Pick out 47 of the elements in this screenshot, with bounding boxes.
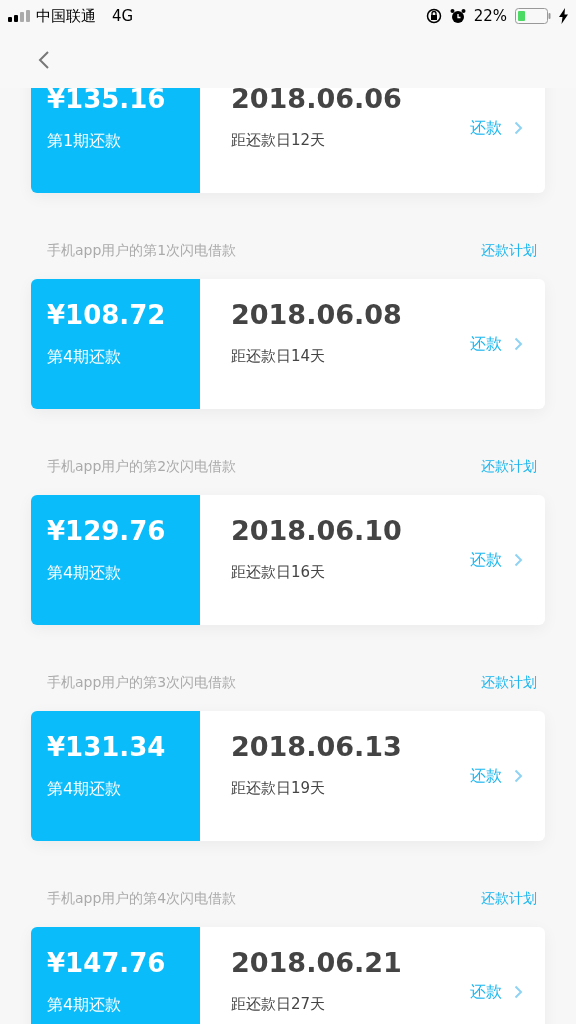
chevron-icon	[514, 121, 523, 135]
repay-button[interactable]: 还款	[468, 331, 525, 357]
period-text: 第4期还款	[47, 779, 123, 800]
due-date: 2018.06.10	[231, 514, 403, 548]
repay-button[interactable]: 还款	[468, 547, 525, 573]
amount-text: ¥147.76	[47, 947, 167, 980]
repayment-plan-link[interactable]: 还款计划	[481, 458, 537, 476]
amount-text: ¥131.34	[47, 731, 167, 764]
loan-title: 手机app用户的第1次闪电借款	[47, 242, 237, 260]
chevron-icon	[514, 769, 523, 783]
repay-button[interactable]: 还款	[468, 115, 525, 141]
due-date: 2018.06.21	[231, 946, 403, 980]
days-remaining: 距还款日12天	[231, 131, 327, 150]
due-date: 2018.06.13	[231, 730, 403, 764]
repayment-plan-link[interactable]: 还款计划	[481, 890, 537, 908]
battery-icon	[515, 8, 551, 24]
days-remaining: 距还款日27天	[231, 995, 327, 1014]
repay-button[interactable]: 还款	[468, 979, 525, 1005]
carrier-name: 中国联通	[36, 6, 96, 26]
chevron-icon	[514, 337, 523, 351]
repay-button[interactable]: 还款	[468, 763, 525, 789]
network-type: 4G	[112, 7, 134, 25]
repayment-plan-link[interactable]: 还款计划	[481, 242, 537, 260]
repayment-plan-link[interactable]: 还款计划	[481, 674, 537, 692]
due-date: 2018.06.08	[231, 298, 403, 332]
chevron-icon	[514, 553, 523, 567]
loan-title: 手机app用户的第3次闪电借款	[47, 674, 237, 692]
battery-percent: 22%	[473, 7, 507, 25]
amount-text: ¥129.76	[47, 515, 167, 548]
period-text: 第4期还款	[47, 563, 123, 584]
back-icon	[38, 50, 50, 70]
alarm-icon	[449, 8, 466, 24]
signal-icon	[8, 10, 30, 22]
amount-text: ¥108.72	[47, 299, 167, 332]
amount-text: ¥135.16	[47, 88, 167, 116]
loan-title: 手机app用户的第4次闪电借款	[47, 890, 237, 908]
period-text: 第4期还款	[47, 995, 123, 1016]
days-remaining: 距还款日16天	[231, 563, 327, 582]
days-remaining: 距还款日19天	[231, 779, 327, 798]
period-text: 第4期还款	[47, 347, 123, 368]
due-date: 2018.06.06	[231, 88, 403, 116]
charging-icon	[559, 8, 568, 24]
rotation-lock-icon	[425, 8, 442, 24]
days-remaining: 距还款日14天	[231, 347, 327, 366]
period-text: 第1期还款	[47, 131, 123, 152]
chevron-icon	[514, 985, 523, 999]
loan-title: 手机app用户的第2次闪电借款	[47, 458, 237, 476]
